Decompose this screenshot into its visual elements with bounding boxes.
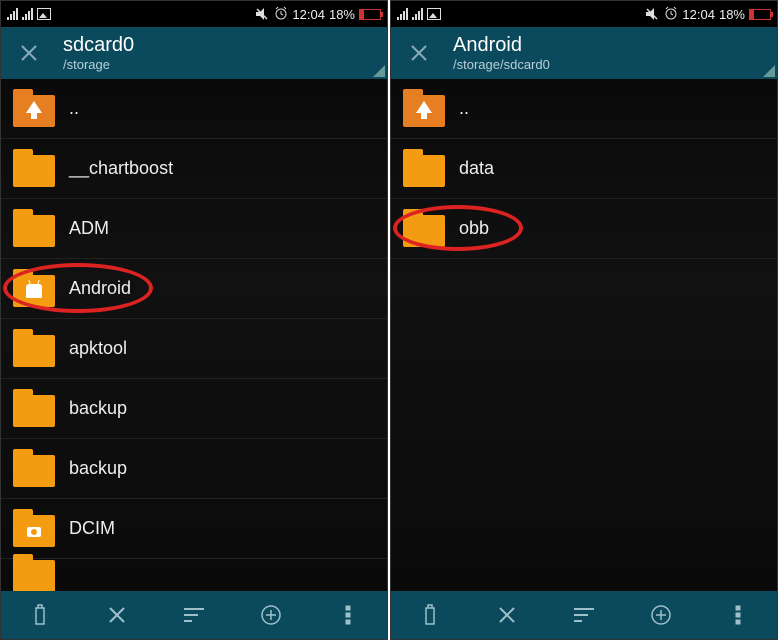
folder-up-icon: [403, 95, 445, 127]
status-right: 12:04 18%: [254, 6, 381, 23]
cancel-button[interactable]: [87, 591, 147, 639]
signal-icon: [397, 8, 408, 20]
cancel-button[interactable]: [477, 591, 537, 639]
bottom-toolbar: [391, 591, 777, 639]
add-button[interactable]: [631, 591, 691, 639]
alarm-icon: [274, 6, 288, 23]
signal-icon: [22, 8, 33, 20]
header-path: /storage: [63, 57, 379, 73]
folder-camera-icon: [13, 515, 55, 547]
folder-icon: [13, 395, 55, 427]
folder-icon: [403, 155, 445, 187]
folder-icon: [13, 155, 55, 187]
list-item[interactable]: ..: [391, 79, 777, 139]
file-list[interactable]: .. __chartboost ADM Android apktool back…: [1, 79, 387, 591]
file-name: data: [459, 158, 494, 179]
list-item[interactable]: backup: [1, 379, 387, 439]
status-bar: 12:04 18%: [1, 1, 387, 27]
header-path: /storage/sdcard0: [453, 57, 769, 73]
list-item[interactable]: ..: [1, 79, 387, 139]
sort-button[interactable]: [164, 591, 224, 639]
sort-button[interactable]: [554, 591, 614, 639]
screen-right: 12:04 18% Android /storage/sdcard0 .. da…: [390, 0, 778, 640]
file-name: __chartboost: [69, 158, 173, 179]
status-right: 12:04 18%: [644, 6, 771, 23]
signal-icon: [412, 8, 423, 20]
picture-icon: [427, 8, 441, 20]
file-name: backup: [69, 398, 127, 419]
bottom-toolbar: [1, 591, 387, 639]
alarm-icon: [664, 6, 678, 23]
folder-icon: [13, 215, 55, 247]
folder-icon: [13, 335, 55, 367]
battery-percent: 18%: [719, 7, 745, 22]
status-time: 12:04: [292, 7, 325, 22]
file-name: backup: [69, 458, 127, 479]
list-item[interactable]: Android: [1, 259, 387, 319]
picture-icon: [37, 8, 51, 20]
list-item[interactable]: __chartboost: [1, 139, 387, 199]
file-name: ..: [459, 98, 469, 119]
folder-icon: [13, 455, 55, 487]
vibrate-mute-icon: [254, 7, 270, 21]
file-name: apktool: [69, 338, 127, 359]
screen-left: 12:04 18% sdcard0 /storage .. __chartboo…: [0, 0, 388, 640]
list-item[interactable]: data: [391, 139, 777, 199]
folder-up-icon: [13, 95, 55, 127]
header-title-block[interactable]: sdcard0 /storage: [63, 33, 379, 73]
list-item[interactable]: obb: [391, 199, 777, 259]
list-item[interactable]: ADM: [1, 199, 387, 259]
dropdown-indicator-icon[interactable]: [763, 65, 775, 77]
file-name: ..: [69, 98, 79, 119]
file-name: obb: [459, 218, 489, 239]
folder-android-icon: [13, 275, 55, 307]
paste-button[interactable]: [400, 591, 460, 639]
app-header: Android /storage/sdcard0: [391, 27, 777, 79]
close-button[interactable]: [5, 29, 53, 77]
status-left: [7, 8, 51, 20]
list-item[interactable]: apktool: [1, 319, 387, 379]
signal-icon: [7, 8, 18, 20]
status-time: 12:04: [682, 7, 715, 22]
file-name: ADM: [69, 218, 109, 239]
menu-button[interactable]: [708, 591, 768, 639]
dropdown-indicator-icon[interactable]: [373, 65, 385, 77]
folder-icon: [13, 560, 55, 591]
battery-icon: [359, 9, 381, 20]
paste-button[interactable]: [10, 591, 70, 639]
list-item[interactable]: DCIM: [1, 499, 387, 559]
file-name: DCIM: [69, 518, 115, 539]
file-name: Android: [69, 278, 131, 299]
app-header: sdcard0 /storage: [1, 27, 387, 79]
header-title: sdcard0: [63, 33, 379, 57]
list-item-partial[interactable]: [1, 559, 387, 589]
list-item[interactable]: backup: [1, 439, 387, 499]
close-button[interactable]: [395, 29, 443, 77]
file-list[interactable]: .. data obb: [391, 79, 777, 591]
battery-icon: [749, 9, 771, 20]
add-button[interactable]: [241, 591, 301, 639]
menu-button[interactable]: [318, 591, 378, 639]
status-left: [397, 8, 441, 20]
folder-icon: [403, 215, 445, 247]
vibrate-mute-icon: [644, 7, 660, 21]
header-title-block[interactable]: Android /storage/sdcard0: [453, 33, 769, 73]
battery-percent: 18%: [329, 7, 355, 22]
header-title: Android: [453, 33, 769, 57]
status-bar: 12:04 18%: [391, 1, 777, 27]
